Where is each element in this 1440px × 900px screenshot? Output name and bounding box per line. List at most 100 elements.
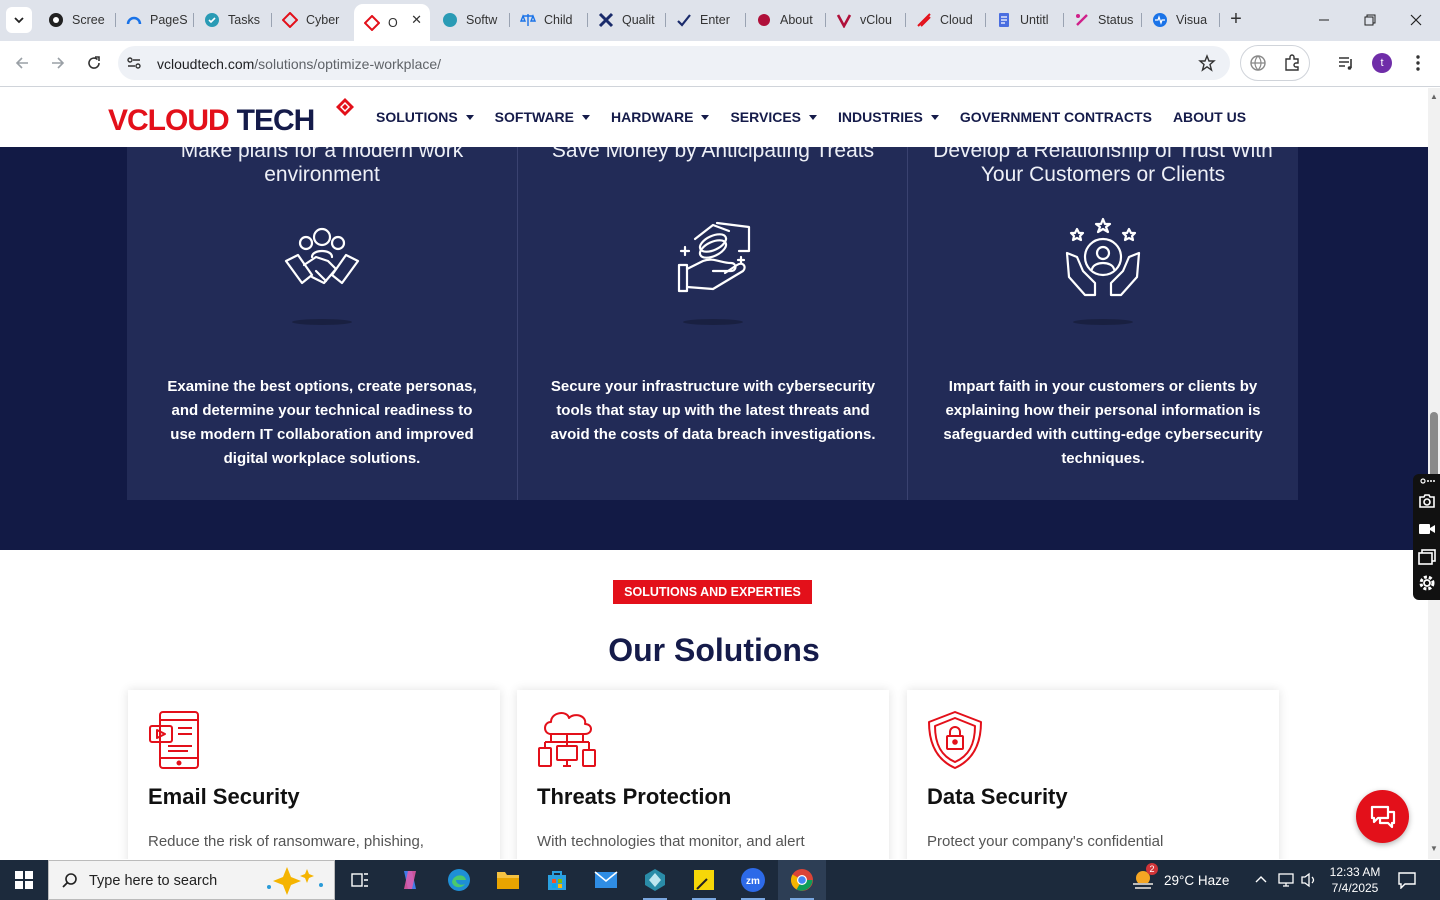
browser-tab[interactable]: Visua bbox=[1142, 6, 1220, 34]
browser-tab[interactable]: Cyber bbox=[272, 6, 350, 34]
tab-label: Cyber bbox=[306, 13, 340, 27]
browser-tab[interactable]: Scree bbox=[38, 6, 116, 34]
video-camera-icon[interactable] bbox=[1418, 520, 1436, 538]
media-control-icon[interactable] bbox=[1337, 54, 1355, 77]
browser-tab[interactable]: Enter bbox=[666, 6, 746, 34]
caret-down-icon bbox=[701, 114, 710, 120]
chevron-up-icon[interactable] bbox=[1254, 872, 1268, 891]
logo-cloud: CLOUD bbox=[127, 104, 230, 137]
tab-label: PageS bbox=[150, 13, 188, 27]
nav-services[interactable]: SERVICES bbox=[730, 109, 818, 125]
scrollbar-thumb[interactable] bbox=[1430, 412, 1438, 482]
v-logo-icon bbox=[836, 12, 852, 28]
browser-tab-active[interactable]: O ✕ bbox=[354, 4, 430, 41]
tab-label: Qualit bbox=[622, 13, 655, 27]
checkmark-icon bbox=[676, 12, 692, 28]
chat-button[interactable] bbox=[1356, 790, 1409, 843]
nav-government-contracts[interactable]: GOVERNMENT CONTRACTS bbox=[960, 109, 1152, 125]
url-text[interactable]: vcloudtech.com/solutions/optimize-workpl… bbox=[157, 56, 441, 72]
extensions-puzzle-icon[interactable] bbox=[1283, 54, 1301, 77]
scroll-up-icon[interactable]: ▲ bbox=[1430, 92, 1438, 101]
taskbar-app[interactable] bbox=[533, 860, 581, 900]
taskbar-app[interactable] bbox=[680, 860, 728, 900]
nav-about-us[interactable]: ABOUT US bbox=[1173, 109, 1246, 125]
svg-text:zm: zm bbox=[746, 876, 760, 887]
edge-page-icon bbox=[442, 12, 458, 28]
close-icon[interactable]: ✕ bbox=[411, 12, 422, 28]
store-icon bbox=[548, 871, 566, 890]
taskbar-app[interactable] bbox=[435, 860, 483, 900]
nav-software[interactable]: SOFTWARE bbox=[494, 109, 591, 125]
window-capture-icon[interactable] bbox=[1418, 548, 1436, 566]
solution-card[interactable]: Email Security Reduce the risk of ransom… bbox=[128, 690, 500, 859]
address-bar[interactable]: vcloudtech.com/solutions/optimize-workpl… bbox=[118, 46, 1230, 80]
network-icon[interactable] bbox=[1278, 872, 1296, 893]
nav-label: ABOUT US bbox=[1172, 109, 1247, 125]
solution-card[interactable]: Data Security Protect your company's con… bbox=[907, 690, 1279, 859]
tab-label: O bbox=[388, 15, 398, 30]
minimize-button[interactable] bbox=[1304, 6, 1344, 34]
chat-bubbles-icon bbox=[1370, 805, 1395, 828]
translate-icon[interactable] bbox=[1249, 54, 1267, 77]
new-tab-button[interactable]: + bbox=[1226, 9, 1246, 31]
site-info-icon[interactable] bbox=[125, 54, 143, 77]
nav-hardware[interactable]: HARDWARE bbox=[611, 109, 710, 125]
windows-taskbar: Type here to search zm 2 29°C Haze 12:33… bbox=[0, 860, 1440, 900]
screencast-icon bbox=[48, 12, 64, 28]
taskbar-app-active[interactable] bbox=[778, 860, 826, 900]
camera-icon[interactable] bbox=[1418, 492, 1436, 510]
browser-tab[interactable]: Tasks bbox=[194, 6, 272, 34]
back-button[interactable] bbox=[8, 49, 36, 77]
site-logo[interactable]: V CLOUD TECH bbox=[108, 98, 354, 138]
taskbar-app[interactable] bbox=[582, 860, 630, 900]
volume-icon[interactable] bbox=[1300, 872, 1318, 893]
browser-tab[interactable]: Softw bbox=[432, 6, 510, 34]
section-eyebrow-badge: SOLUTIONS AND EXPERTIES bbox=[613, 580, 812, 604]
solution-title: Data Security bbox=[927, 784, 1068, 809]
nav-label: SOFTWARE bbox=[494, 109, 575, 125]
taskbar-app[interactable] bbox=[386, 860, 434, 900]
taskbar-clock[interactable]: 12:33 AM 7/4/2025 bbox=[1320, 864, 1390, 896]
close-window-button[interactable] bbox=[1396, 6, 1436, 34]
link-more-icon[interactable] bbox=[1418, 474, 1436, 488]
solution-card[interactable]: Threats Protection With technologies tha… bbox=[517, 690, 889, 859]
browser-tab[interactable]: vClou bbox=[826, 6, 906, 34]
solution-title: Email Security bbox=[148, 784, 300, 809]
profile-avatar[interactable]: t bbox=[1372, 53, 1392, 73]
nav-industries[interactable]: INDUSTRIES bbox=[838, 109, 939, 125]
browser-tab[interactable]: PageS bbox=[116, 6, 194, 34]
forward-button[interactable] bbox=[44, 49, 72, 77]
restore-button[interactable] bbox=[1350, 6, 1390, 34]
gear-icon[interactable] bbox=[1418, 574, 1436, 592]
tab-search-button[interactable] bbox=[6, 7, 32, 33]
start-button[interactable] bbox=[0, 860, 48, 900]
browser-tab[interactable]: About bbox=[746, 6, 826, 34]
browser-tab[interactable]: Status bbox=[1064, 6, 1142, 34]
bookmark-star-icon[interactable] bbox=[1198, 54, 1216, 77]
vcloud-diamond-icon bbox=[282, 12, 298, 28]
weather-widget[interactable]: 2 29°C Haze bbox=[1130, 860, 1229, 900]
browser-tab[interactable]: Untitl bbox=[986, 6, 1064, 34]
nav-label: INDUSTRIES bbox=[838, 109, 923, 125]
kebab-menu-icon[interactable] bbox=[1410, 54, 1426, 77]
taskview-button[interactable] bbox=[336, 860, 384, 900]
chevron-down-icon bbox=[14, 17, 24, 24]
restore-icon bbox=[1364, 14, 1376, 26]
tab-label: About bbox=[780, 13, 813, 27]
vcloud-diamond-icon bbox=[364, 14, 380, 31]
reload-button[interactable] bbox=[80, 49, 108, 77]
taskbar-search[interactable]: Type here to search bbox=[48, 860, 335, 900]
logo-diamond-icon bbox=[334, 96, 356, 125]
minimize-icon bbox=[1319, 19, 1329, 21]
tasks-icon bbox=[204, 12, 220, 28]
browser-tab[interactable]: Qualit bbox=[588, 6, 666, 34]
notifications-icon[interactable] bbox=[1397, 871, 1417, 894]
nav-solutions[interactable]: SOLUTIONS bbox=[376, 109, 474, 125]
scroll-down-icon[interactable]: ▼ bbox=[1430, 844, 1438, 853]
taskbar-app[interactable] bbox=[484, 860, 532, 900]
taskbar-app[interactable] bbox=[631, 860, 679, 900]
browser-tab[interactable]: Cloud bbox=[906, 6, 986, 34]
swoosh-icon bbox=[916, 12, 932, 28]
taskbar-app[interactable]: zm bbox=[729, 860, 777, 900]
browser-tab[interactable]: Child bbox=[510, 6, 588, 34]
